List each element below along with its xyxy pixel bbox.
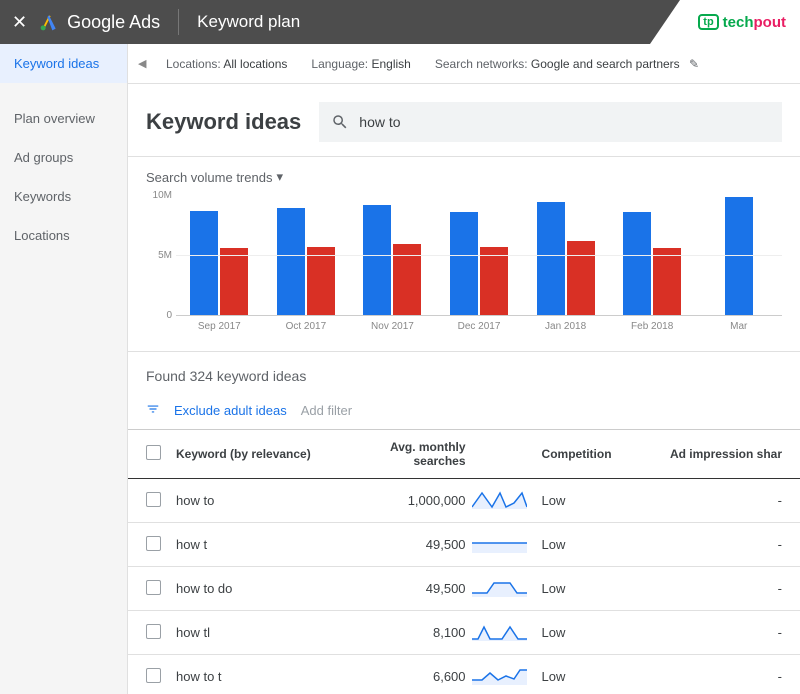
sparkline [472,577,527,597]
product-name: Google Ads [67,12,160,33]
y-tick: 0 [166,310,172,321]
cell-impression: - [632,625,782,640]
filter-locations[interactable]: Locations: All locations [166,57,287,71]
cell-keyword: how t [176,537,342,552]
row-checkbox[interactable] [146,624,161,639]
sparkline [472,621,527,641]
header-page-title: Keyword plan [197,12,300,32]
sidebar-item-locations[interactable]: Locations [0,216,127,255]
header-bar: ✕ Google Ads Keyword plan tp techpout [0,0,800,44]
col-header-competition[interactable]: Competition [532,447,632,461]
close-icon[interactable]: ✕ [12,12,27,33]
col-header-avg[interactable]: Avg. monthly searches [342,440,472,468]
cell-competition: Low [532,669,632,684]
cell-keyword: how to [176,493,342,508]
col-header-impression[interactable]: Ad impression shar [632,447,782,461]
cell-competition: Low [532,625,632,640]
chart-panel: Search volume trends ▾ 0 5M 10M Sep 2017Oc… [128,156,800,352]
chevron-down-icon: ▾ [276,169,283,185]
techpout-branding: tp techpout [650,0,800,44]
select-all-checkbox[interactable] [146,445,161,460]
cell-avg: 49,500 [342,537,472,552]
collapse-arrow-icon[interactable]: ◀ [138,57,156,70]
keyword-search-input[interactable] [359,114,770,130]
cell-impression: - [632,493,782,508]
row-checkbox[interactable] [146,536,161,551]
search-volume-chart: 05M10M Sep 2017Oct 2017Nov 2017Dec 2017J… [146,195,782,345]
cell-keyword: how to t [176,669,342,684]
cell-competition: Low [532,581,632,596]
row-checkbox[interactable] [146,580,161,595]
cell-impression: - [632,581,782,596]
sidebar-item-keyword-ideas[interactable]: Keyword ideas [0,44,127,83]
cell-keyword: how to do [176,581,342,596]
x-label: Sep 2017 [176,321,263,332]
table-row[interactable]: how to t6,600 Low- [128,655,800,694]
cell-avg: 8,100 [342,625,472,640]
filter-language[interactable]: Language: English [311,57,410,71]
cell-keyword: how tl [176,625,342,640]
sidebar-item-ad-groups[interactable]: Ad groups [0,138,127,177]
filter-icon[interactable] [146,402,160,419]
x-label: Oct 2017 [263,321,350,332]
cell-avg: 1,000,000 [342,493,472,508]
x-label: Jan 2018 [522,321,609,332]
table-header: Keyword (by relevance) Avg. monthly sear… [128,429,800,479]
sparkline [472,533,527,553]
table-row[interactable]: how tl8,100 Low- [128,611,800,655]
exclude-adult-chip[interactable]: Exclude adult ideas [174,403,287,418]
row-checkbox[interactable] [146,492,161,507]
sidebar-item-keywords[interactable]: Keywords [0,177,127,216]
cell-competition: Low [532,493,632,508]
row-checkbox[interactable] [146,668,161,683]
targeting-filter-bar: ◀ Locations: All locations Language: Eng… [128,44,800,84]
sparkline [472,489,527,509]
table-row[interactable]: how t49,500 Low- [128,523,800,567]
cell-competition: Low [532,537,632,552]
table-row[interactable]: how to1,000,000 Low- [128,479,800,523]
y-tick: 5M [158,250,172,261]
x-label: Dec 2017 [436,321,523,332]
y-tick: 10M [153,190,172,201]
col-header-keyword[interactable]: Keyword (by relevance) [176,447,342,461]
x-label: Nov 2017 [349,321,436,332]
keyword-search-box[interactable] [319,102,782,142]
results-count: Found 324 keyword ideas [128,352,800,392]
techpout-tp-icon: tp [698,14,718,30]
cell-impression: - [632,537,782,552]
filter-chips-row: Exclude adult ideas Add filter [128,392,800,429]
cell-avg: 6,600 [342,669,472,684]
table-row[interactable]: how to do49,500 Low- [128,567,800,611]
sparkline [472,665,527,685]
sidebar-item-plan-overview[interactable]: Plan overview [0,99,127,138]
cell-impression: - [632,669,782,684]
pencil-icon[interactable]: ✎ [689,57,699,71]
main-content: ◀ Locations: All locations Language: Eng… [128,44,800,694]
x-label: Mar [695,321,782,332]
x-label: Feb 2018 [609,321,696,332]
header-divider [178,9,179,35]
page-title: Keyword ideas [146,109,301,135]
add-filter-link[interactable]: Add filter [301,403,352,418]
search-icon [331,113,349,131]
ads-logo-icon [39,12,59,32]
sidebar: Keyword ideas Plan overviewAd groupsKeywo… [0,44,128,694]
chart-dropdown[interactable]: Search volume trends ▾ [146,169,283,185]
filter-networks[interactable]: Search networks: Google and search partn… [435,57,699,71]
cell-avg: 49,500 [342,581,472,596]
product-logo: Google Ads [39,12,160,33]
